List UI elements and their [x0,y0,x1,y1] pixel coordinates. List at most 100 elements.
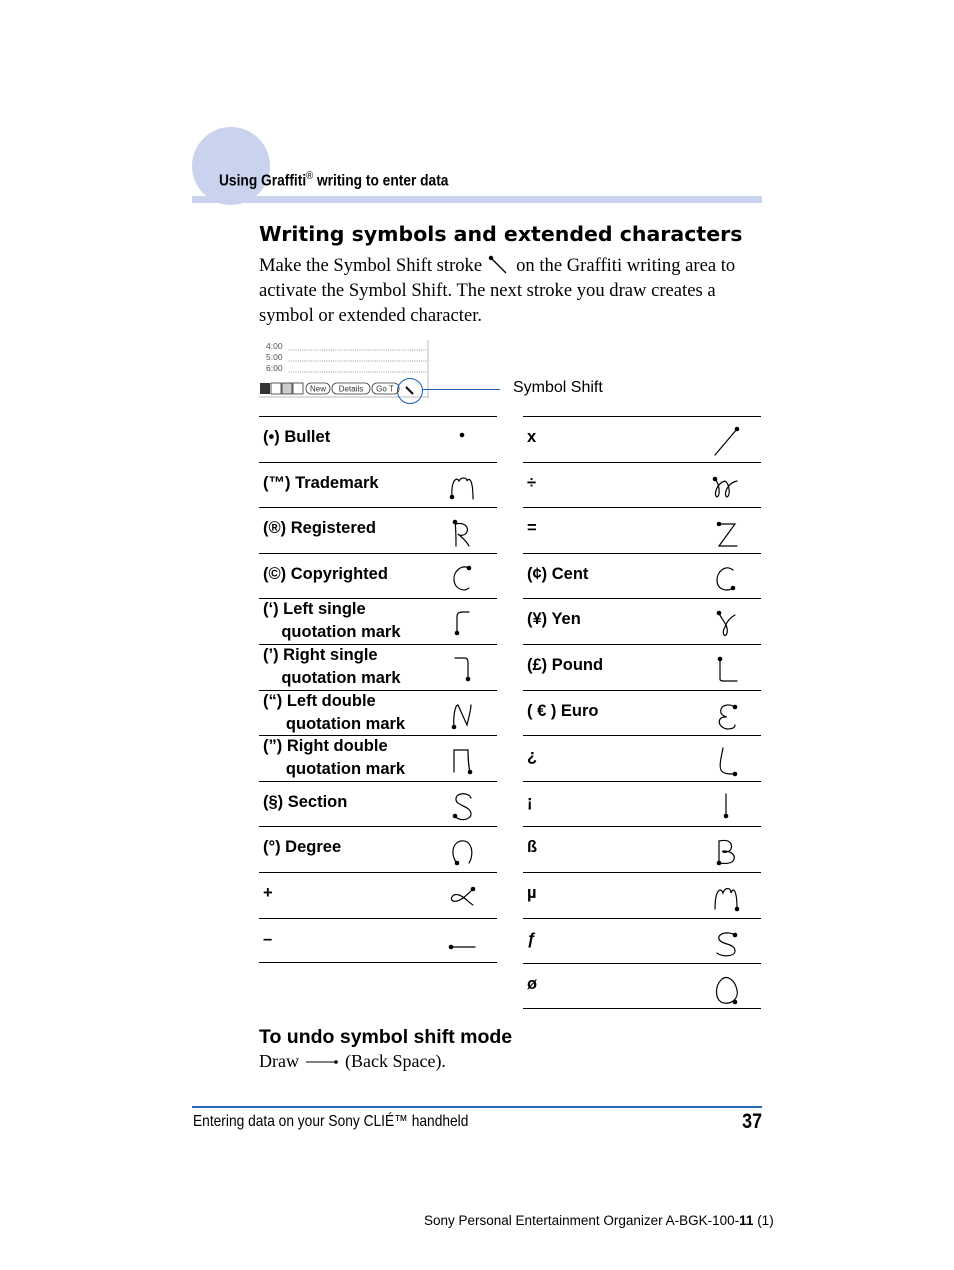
symbol-label: ¿ [527,747,538,766]
graffiti-stroke-slash-icon [714,426,740,456]
symbol-row: (™) Trademark [259,461,497,508]
symbol-row: µ [523,871,761,918]
symbol-row: (’) Right single quotation mark [259,643,497,690]
graffiti-stroke-s-icon [452,792,472,820]
stroke-start-dot [732,771,738,777]
symbol-label: – [263,929,273,948]
graffiti-stroke-right-single-icon [454,657,471,682]
graffiti-stroke-y-icon [716,611,736,637]
stroke-path [717,523,738,547]
symbol-row: ø [523,963,761,1009]
doc-id-prefix: Sony Personal Entertainment Organizer A-… [424,1213,740,1228]
time-label: 5:00 [266,352,283,362]
graffiti-stroke-o-right-icon [715,977,738,1005]
stroke-start-dot [449,494,455,499]
symbol-row: (“) Left double quotation mark [259,689,497,736]
stroke-path [716,567,734,591]
symbol-row: (‘) Left single quotation mark [259,598,497,644]
stroke-path [453,749,471,773]
graffiti-stroke-m-left-dot-icon [449,476,474,500]
symbol-row: ÷ [523,461,761,508]
symbol-row: (•) Bullet [259,416,497,462]
right-symbol-table: x ÷ = (¢) Cent (¥) Yen (£) Pound ( € ) Euro ¿ ¡ ß… [523,416,761,1009]
doc-id-bold: 11 [739,1213,754,1228]
symbol-label: ƒ [527,929,537,948]
stroke-start-dot [465,676,471,682]
goto-button-label: Go T [376,385,394,394]
symbol-label: + [263,883,273,902]
symbol-row: ß [523,826,761,872]
graffiti-stroke-r-icon [452,519,470,547]
stroke-path [456,611,470,634]
undo-text-1: Draw [259,1051,299,1071]
time-label: 6:00 [266,363,283,373]
stroke-start-dot [459,432,465,438]
symbol-row: (£) Pound [523,643,761,690]
time-label: 4:00 [266,341,283,351]
symbol-label: = [527,519,537,538]
symbol-row: x [523,416,761,462]
symbol-label: (”) Right double quotation mark [263,737,406,779]
header-rule [192,196,762,203]
stroke-start-dot [732,999,738,1005]
graffiti-stroke-dash-icon [448,944,476,949]
graffiti-stroke-alpha-icon [450,886,476,906]
symbol-row: ƒ [523,917,761,964]
stroke-path [714,477,738,498]
undo-instruction: Draw (Back Space). [259,1051,446,1072]
stroke-path [718,612,736,637]
stroke-start-dot [732,704,738,709]
symbol-label: (§) Section [263,792,348,811]
stroke-path [454,657,469,680]
page-number: 37 [742,1110,762,1133]
day-view-icon [260,383,270,394]
stroke-start-dot [454,631,460,636]
graffiti-stroke-o-icon [452,840,473,866]
stroke-path [718,703,736,730]
stroke-path [715,977,738,1004]
graffiti-stroke-c-bottom-dot-icon [716,567,736,591]
stroke-path [718,840,735,865]
symbol-row: – [259,917,497,964]
details-button-label: Details [339,385,363,394]
stroke-start-dot [466,565,472,571]
symbol-label: x [527,428,537,446]
stroke-path [453,703,472,728]
symbol-label: ß [527,838,538,857]
symbol-row: ( € ) Euro [523,689,761,736]
graffiti-stroke-dot-icon [459,432,465,438]
symbol-label: (‘) Left single quotation mark [263,600,401,642]
stroke-start-dot [734,426,740,432]
stroke-path [719,747,736,775]
undo-text-2: (Back Space). [344,1051,446,1071]
symbol-label: (¥) Yen [527,610,581,629]
stroke-start-dot [470,886,476,892]
stroke-path [451,476,474,500]
stroke-path [719,658,738,682]
symbol-row: ¿ [523,735,761,781]
symbol-row: (§) Section [259,780,497,827]
stroke-start-dot [732,932,738,937]
symbol-label: (£) Pound [527,655,604,674]
stroke-path [716,931,736,956]
symbol-row: ¡ [523,780,761,827]
symbol-label: (•) Bullet [263,428,331,446]
stroke-start-dot [451,724,457,729]
symbol-label: (°) Degree [263,838,342,857]
document-id: Sony Personal Entertainment Organizer A-… [424,1213,774,1228]
symbol-row: (©) Copyrighted [259,552,497,599]
intro-text-1: Make the Symbol Shift stroke [259,255,483,276]
graffiti-stroke-n-icon [451,703,472,729]
symbol-label: ø [527,975,538,994]
symbol-label: ¡ [527,792,533,811]
callout-label: Symbol Shift [513,379,603,396]
section-title-text: Using Graffiti [219,172,307,190]
graffiti-stroke-vertical-icon [723,793,729,819]
stroke-path [454,521,470,547]
symbol-row: (¢) Cent [523,552,761,599]
stroke-start-dot [723,813,729,819]
symbol-label: (¢) Cent [527,564,589,583]
undo-heading: To undo symbol shift mode [259,1026,513,1048]
month-view-icon [281,382,293,395]
stroke-path [450,888,474,906]
